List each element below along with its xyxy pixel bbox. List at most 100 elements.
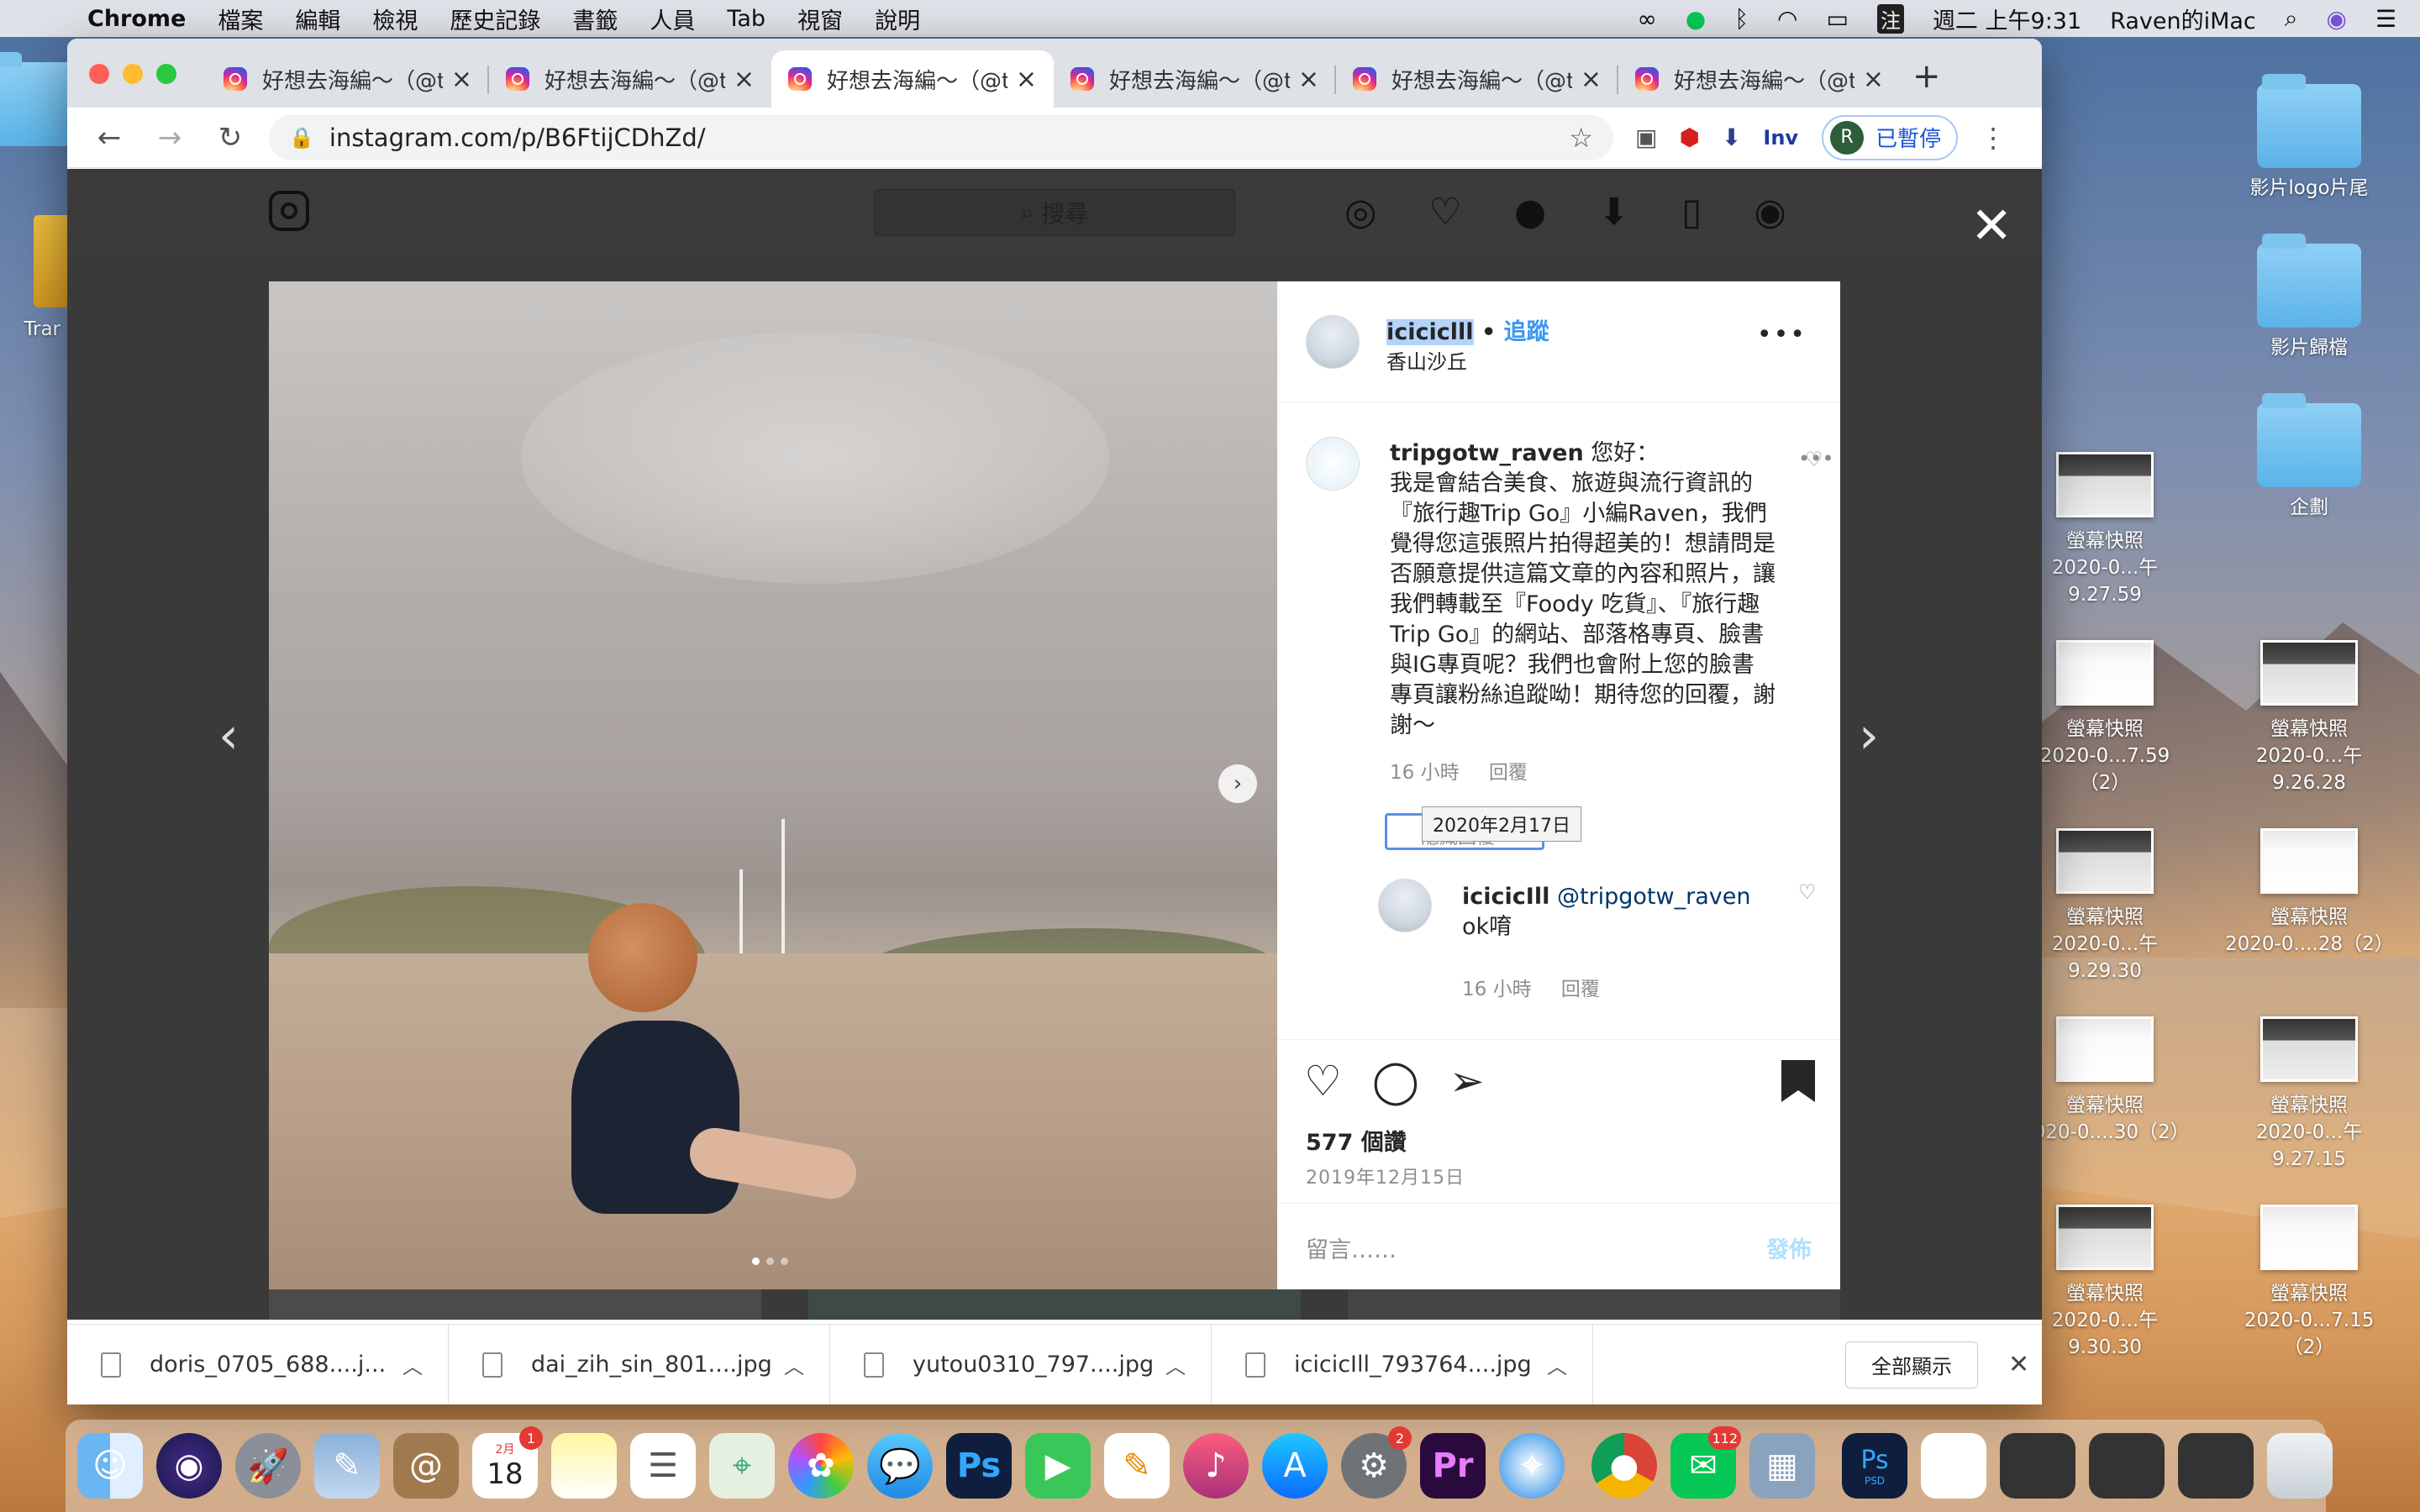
messages-icon[interactable]: 💬 (867, 1433, 933, 1499)
desktop-folder-logo[interactable]: 影片logo片尾 (2225, 74, 2393, 202)
image-capture-icon[interactable]: ▦ (1749, 1433, 1815, 1499)
minimized-window-thumbnail[interactable] (2089, 1433, 2165, 1499)
preview-icon[interactable]: ✎ (314, 1433, 380, 1499)
desktop-screenshot[interactable]: 螢幕快照 2020-0...午9.26.28 (2225, 640, 2393, 796)
premiere-icon[interactable]: Pr (1420, 1433, 1486, 1499)
siri-icon[interactable]: ◉ (156, 1433, 222, 1499)
browser-tab[interactable]: 好想去海編～（@tr × (489, 50, 771, 108)
system-preferences-icon[interactable]: ⚙ 2 (1341, 1426, 1412, 1499)
notification-center-icon[interactable]: ☰ (2375, 5, 2396, 33)
siri-icon[interactable]: ◉ (2326, 5, 2346, 33)
browser-tab[interactable]: 好想去海編～（@tr × (207, 50, 489, 108)
show-all-downloads-button[interactable]: 全部顯示 (1845, 1341, 1978, 1389)
reload-icon[interactable]: ↻ (208, 121, 252, 155)
zoom-window-button[interactable] (156, 64, 176, 84)
reply-time[interactable]: 16 小時 (1462, 979, 1532, 1000)
instagram-search-input[interactable]: ⌕ 搜尋 (874, 189, 1235, 236)
carousel-next-icon[interactable]: › (1218, 764, 1257, 803)
tab-close-icon[interactable]: × (451, 65, 472, 94)
download-item[interactable]: yutou0310_797....jpg ︿ (830, 1324, 1212, 1404)
desktop-screenshot[interactable]: 螢幕快照 2020-0...午9.30.30 (2021, 1205, 2189, 1361)
reply-like-heart-icon[interactable]: ♡ (1798, 880, 1817, 904)
new-tab-button[interactable]: + (1912, 57, 1941, 96)
psd-document-icon[interactable]: Ps PSD (1842, 1433, 1907, 1499)
explore-compass-icon[interactable]: ◎ (1344, 191, 1376, 234)
desktop-screenshot[interactable]: 螢幕快照 2020-0....28（2） (2225, 828, 2394, 958)
photos-icon[interactable]: ✿ (788, 1433, 854, 1499)
like-count[interactable]: 577 個讚 (1306, 1124, 1407, 1157)
download-extension-icon[interactable]: ⬇ (1598, 191, 1629, 234)
color-extension-icon[interactable]: ◉ (1754, 191, 1786, 234)
close-downloads-icon[interactable]: ✕ (2008, 1350, 2029, 1379)
back-arrow-icon[interactable]: ← (87, 121, 131, 155)
minimize-window-button[interactable] (123, 64, 143, 84)
menu-file[interactable]: 檔案 (218, 3, 263, 35)
comment-author-link[interactable]: tripgotw_raven (1390, 440, 1584, 466)
tab-close-icon[interactable]: × (1298, 65, 1319, 94)
menu-view[interactable]: 檢視 (372, 3, 418, 35)
minimized-window-thumbnail[interactable] (2000, 1433, 2075, 1499)
tab-close-icon[interactable]: × (1016, 65, 1037, 94)
reply-reply-button[interactable]: 回覆 (1561, 979, 1600, 1000)
download-item[interactable]: dai_zih_sin_801....jpg ︿ (449, 1324, 830, 1404)
photoshop-icon[interactable]: Ps (946, 1433, 1012, 1499)
menu-edit[interactable]: 編輯 (295, 3, 340, 35)
browser-tab[interactable]: 好想去海編～（@tr × (1054, 50, 1336, 108)
share-paper-plane-icon[interactable]: ➢ (1449, 1057, 1485, 1105)
desktop-screenshot[interactable]: 螢幕快照 2020-0....30（2） (2021, 1016, 2190, 1146)
pages-icon[interactable]: ✎ (1104, 1433, 1170, 1499)
input-method-icon[interactable]: 注 (1876, 3, 1904, 34)
profile-person-icon[interactable]: ● (1514, 191, 1546, 234)
save-bookmark-icon[interactable] (1781, 1060, 1815, 1102)
calendar-icon[interactable]: 2月 18 1 (472, 1426, 543, 1499)
desktop-folder-archive[interactable]: 影片歸檔 (2225, 234, 2393, 361)
extension-chat-icon[interactable]: ▣ (1635, 123, 1657, 151)
menu-user[interactable]: Raven的iMac (2110, 3, 2256, 35)
close-window-button[interactable] (89, 64, 109, 84)
browser-tab[interactable]: 好想去海編～（@tr × (1336, 50, 1618, 108)
comment-input[interactable]: 留言…… (1306, 1231, 1397, 1264)
chevron-up-icon[interactable]: ︿ (784, 1350, 804, 1379)
menu-tab[interactable]: Tab (727, 6, 765, 32)
line-icon[interactable]: ✉ 112 (1670, 1426, 1741, 1499)
browser-tab-active[interactable]: 好想去海編～（@tr × (771, 50, 1054, 108)
chevron-up-icon[interactable]: ︿ (1165, 1350, 1186, 1379)
launchpad-icon[interactable]: 🚀 (235, 1433, 301, 1499)
menu-bookmarks[interactable]: 書籤 (572, 3, 618, 35)
comment-like-heart-icon[interactable]: ♡ (1805, 448, 1823, 471)
activity-heart-icon[interactable]: ♡ (1428, 191, 1461, 234)
extension-inv-button[interactable]: Inv (1763, 126, 1798, 150)
desktop-screenshot[interactable]: 螢幕快照 2020-0...午9.27.15 (2225, 1016, 2393, 1173)
desktop-screenshot[interactable]: 螢幕快照 2020-0...7.59（2） (2021, 640, 2189, 796)
reply-author-link[interactable]: icicicIll (1462, 884, 1549, 910)
author-avatar[interactable] (1306, 315, 1360, 369)
itunes-icon[interactable]: ♪ (1183, 1433, 1249, 1499)
desktop-folder-plan[interactable]: 企劃 (2225, 393, 2393, 521)
menu-window[interactable]: 視窗 (797, 3, 843, 35)
bookmark-star-icon[interactable]: ☆ (1569, 122, 1593, 154)
creative-cloud-icon[interactable]: ∞ (1637, 5, 1656, 33)
commenter-avatar[interactable] (1306, 437, 1360, 491)
menu-help[interactable]: 說明 (875, 3, 920, 35)
chrome-icon[interactable]: ● (1591, 1433, 1657, 1499)
tab-close-icon[interactable]: × (1581, 65, 1602, 94)
author-username-link[interactable]: iciciclll (1386, 319, 1474, 345)
follow-button[interactable]: 追蹤 (1504, 319, 1549, 345)
desktop-screenshot[interactable]: 螢幕快照 2020-0...7.15（2） (2225, 1205, 2393, 1361)
desktop-screenshot[interactable]: 螢幕快照 2020-0...午9.27.59 (2021, 452, 2189, 608)
maps-icon[interactable]: ⌖ (709, 1433, 775, 1499)
desktop-screenshot[interactable]: 螢幕快照 2020-0...午9.29.30 (2021, 828, 2189, 984)
battery-icon[interactable]: ▭ (1826, 5, 1848, 33)
minimized-window-thumbnail[interactable] (2178, 1433, 2254, 1499)
reply-avatar[interactable] (1378, 879, 1432, 932)
modal-close-icon[interactable]: ✕ (1970, 201, 2012, 251)
safari-icon[interactable]: ✧ (1499, 1433, 1565, 1499)
notes-icon[interactable] (551, 1433, 617, 1499)
profile-sync-paused-button[interactable]: R 已暫停 (1822, 114, 1959, 160)
download-item[interactable]: doris_0705_688....j... ︿ (67, 1324, 449, 1404)
app-store-icon[interactable]: A (1262, 1433, 1328, 1499)
spotlight-search-icon[interactable]: ⌕ (2285, 4, 2298, 33)
post-date[interactable]: 2019年12月15日 (1306, 1163, 1465, 1189)
post-options-icon[interactable]: ••• (1757, 320, 1807, 349)
reply-mention-link[interactable]: @tripgotw_raven (1557, 884, 1751, 910)
